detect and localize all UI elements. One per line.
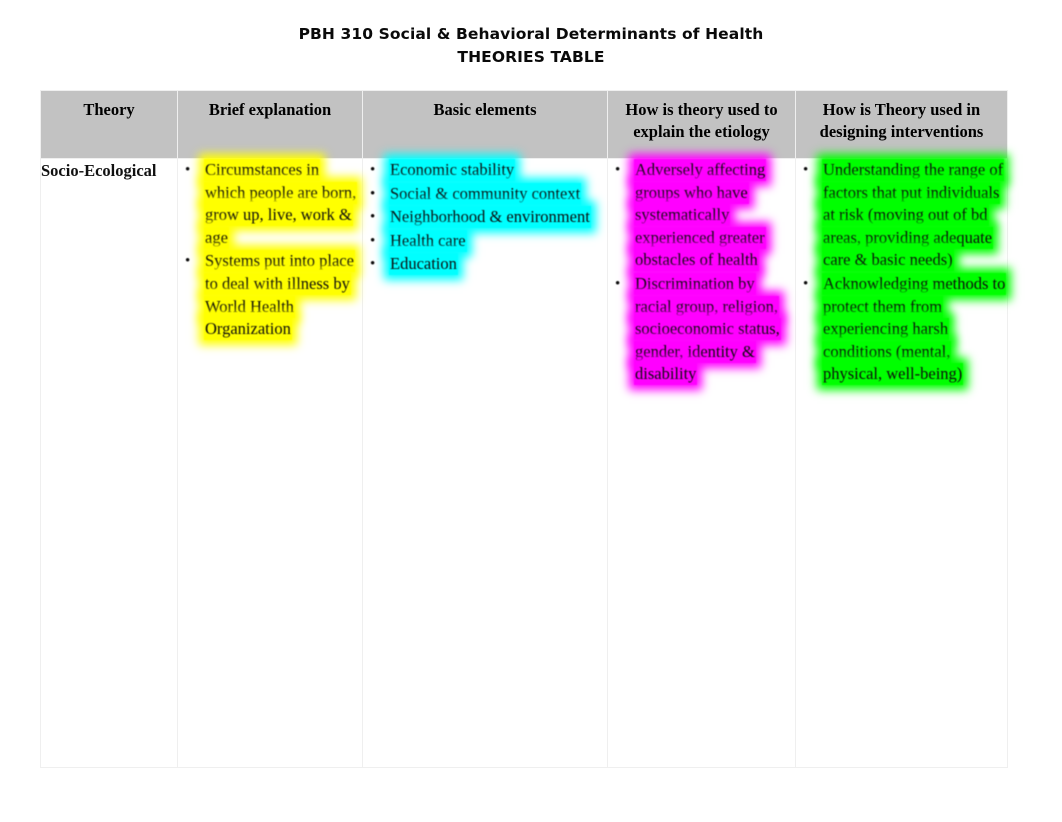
theory-name-label: Socio-Ecological — [41, 161, 157, 180]
brief-explanation-list: Circumstances in which people are born, … — [178, 159, 362, 341]
basic-elements-list: Economic stability Social & community co… — [363, 159, 607, 276]
list-item: Acknowledging methods to protect them fr… — [796, 272, 1007, 386]
list-item: Health care — [363, 229, 607, 253]
document-page: PBH 310 Social & Behavioral Determinants… — [0, 0, 1062, 822]
table-row: Socio-Ecological Circumstances in which … — [40, 158, 1008, 768]
column-header-interventions: How is Theory used in designing interven… — [795, 90, 1008, 159]
cell-theory-name: Socio-Ecological — [40, 158, 178, 768]
column-header-theory: Theory — [40, 90, 178, 159]
column-header-etiology: How is theory used to explain the etiolo… — [607, 90, 796, 159]
column-header-basic: Basic elements — [362, 90, 608, 159]
cell-basic-elements: Economic stability Social & community co… — [362, 158, 608, 768]
cell-brief-explanation: Circumstances in which people are born, … — [177, 158, 363, 768]
list-item: Circumstances in which people are born, … — [178, 159, 362, 249]
list-item: Understanding the range of factors that … — [796, 159, 1007, 272]
list-item: Social & community context — [363, 182, 607, 206]
document-title-block: PBH 310 Social & Behavioral Determinants… — [0, 24, 1062, 69]
theories-table: Theory Brief explanation Basic elements … — [40, 90, 1008, 768]
list-item: Education — [363, 253, 607, 276]
etiology-list: Adversely affecting groups who have syst… — [608, 159, 795, 386]
list-item: Adversely affecting groups who have syst… — [608, 159, 795, 272]
theories-table-wrapper: Theory Brief explanation Basic elements … — [40, 90, 1008, 768]
list-item: Systems put into place to deal with illn… — [178, 250, 362, 341]
list-item: Neighborhood & environment — [363, 206, 607, 229]
cell-interventions: Understanding the range of factors that … — [795, 158, 1008, 768]
page-subtitle: THEORIES TABLE — [457, 48, 605, 66]
interventions-list: Understanding the range of factors that … — [796, 159, 1007, 386]
cell-etiology: Adversely affecting groups who have syst… — [607, 158, 796, 768]
table-header-row: Theory Brief explanation Basic elements … — [40, 90, 1008, 159]
page-title: PBH 310 Social & Behavioral Determinants… — [298, 25, 764, 43]
list-item: Discrimination by racial group, religion… — [608, 272, 795, 386]
list-item: Economic stability — [363, 159, 607, 182]
column-header-brief: Brief explanation — [177, 90, 363, 159]
